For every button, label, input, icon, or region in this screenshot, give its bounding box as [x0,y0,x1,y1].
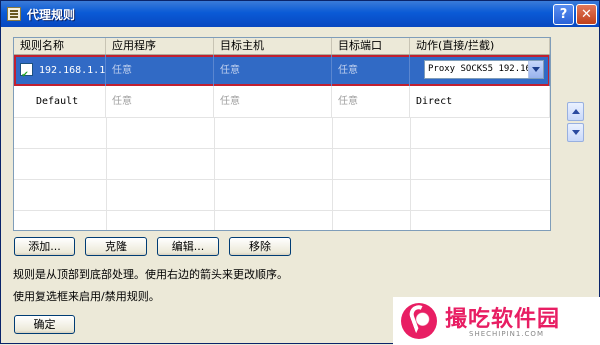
window-title: 代理规则 [27,8,76,22]
move-down-icon[interactable] [567,123,584,142]
move-up-icon[interactable] [567,102,584,121]
rules-table: 规则名称 应用程序 目标主机 目标端口 动作(直接/拦截) 192.168.1.… [13,37,551,231]
target-port-cell: 任意 [332,55,410,86]
watermark-title: 撮吃软件园 [445,307,561,332]
rule-name-text: 192.168.1.123 [39,65,106,76]
action-dropdown-value: Proxy SOCKS5 192.168. [428,64,542,74]
column-header-target-port[interactable]: 目标端口 [332,38,410,54]
clone-button[interactable]: 克隆 [85,237,147,256]
edit-button[interactable]: 编辑... [157,237,219,256]
rule-name-cell: Default [14,86,106,117]
title-bar: 代理规则 ? ✕ [1,1,599,27]
action-cell: Direct [410,86,550,117]
help-text-checkbox: 使用复选框来启用/禁用规则。 [13,290,160,303]
checkbox-checked-icon[interactable] [20,59,33,86]
watermark-logo-icon [401,303,437,339]
watermark: 撮吃软件园 SHECHIPIN1.COM [393,297,600,345]
grid-line [106,117,107,230]
help-text-order: 规则是从顶部到底部处理。使用右边的箭头来更改顺序。 [13,268,288,281]
rules-window-icon [7,7,21,21]
table-header: 规则名称 应用程序 目标主机 目标端口 动作(直接/拦截) [14,38,550,55]
target-host-cell: 任意 [214,55,332,86]
target-host-cell: 任意 [214,86,332,117]
column-header-application[interactable]: 应用程序 [106,38,214,54]
help-icon[interactable]: ? [553,4,574,25]
remove-button[interactable]: 移除 [229,237,291,256]
rule-name-cell: 192.168.1.123 [14,55,106,86]
dropdown-arrow-icon[interactable] [528,61,543,78]
target-port-cell: 任意 [332,86,410,117]
ok-button[interactable]: 确定 [14,315,75,334]
column-header-action[interactable]: 动作(直接/拦截) [410,38,550,54]
grid-line [410,117,411,230]
table-row[interactable]: Default 任意 任意 任意 Direct [14,86,550,117]
proxy-rules-dialog: 代理规则 ? ✕ 规则名称 应用程序 目标主机 目标端口 动作(直接/拦截) 1… [0,0,600,345]
add-button[interactable]: 添加... [14,237,75,256]
column-header-target-host[interactable]: 目标主机 [214,38,332,54]
grid-line [214,117,215,230]
action-dropdown[interactable]: Proxy SOCKS5 192.168. [424,60,544,79]
grid-line [332,117,333,230]
grid-line [14,148,550,149]
watermark-subtitle: SHECHIPIN1.COM [469,330,544,338]
application-cell: 任意 [106,55,214,86]
close-icon[interactable]: ✕ [576,4,597,25]
grid-line [14,117,550,118]
application-cell: 任意 [106,86,214,117]
grid-line [14,210,550,211]
column-header-rule-name[interactable]: 规则名称 [14,38,106,54]
grid-line [14,179,550,180]
